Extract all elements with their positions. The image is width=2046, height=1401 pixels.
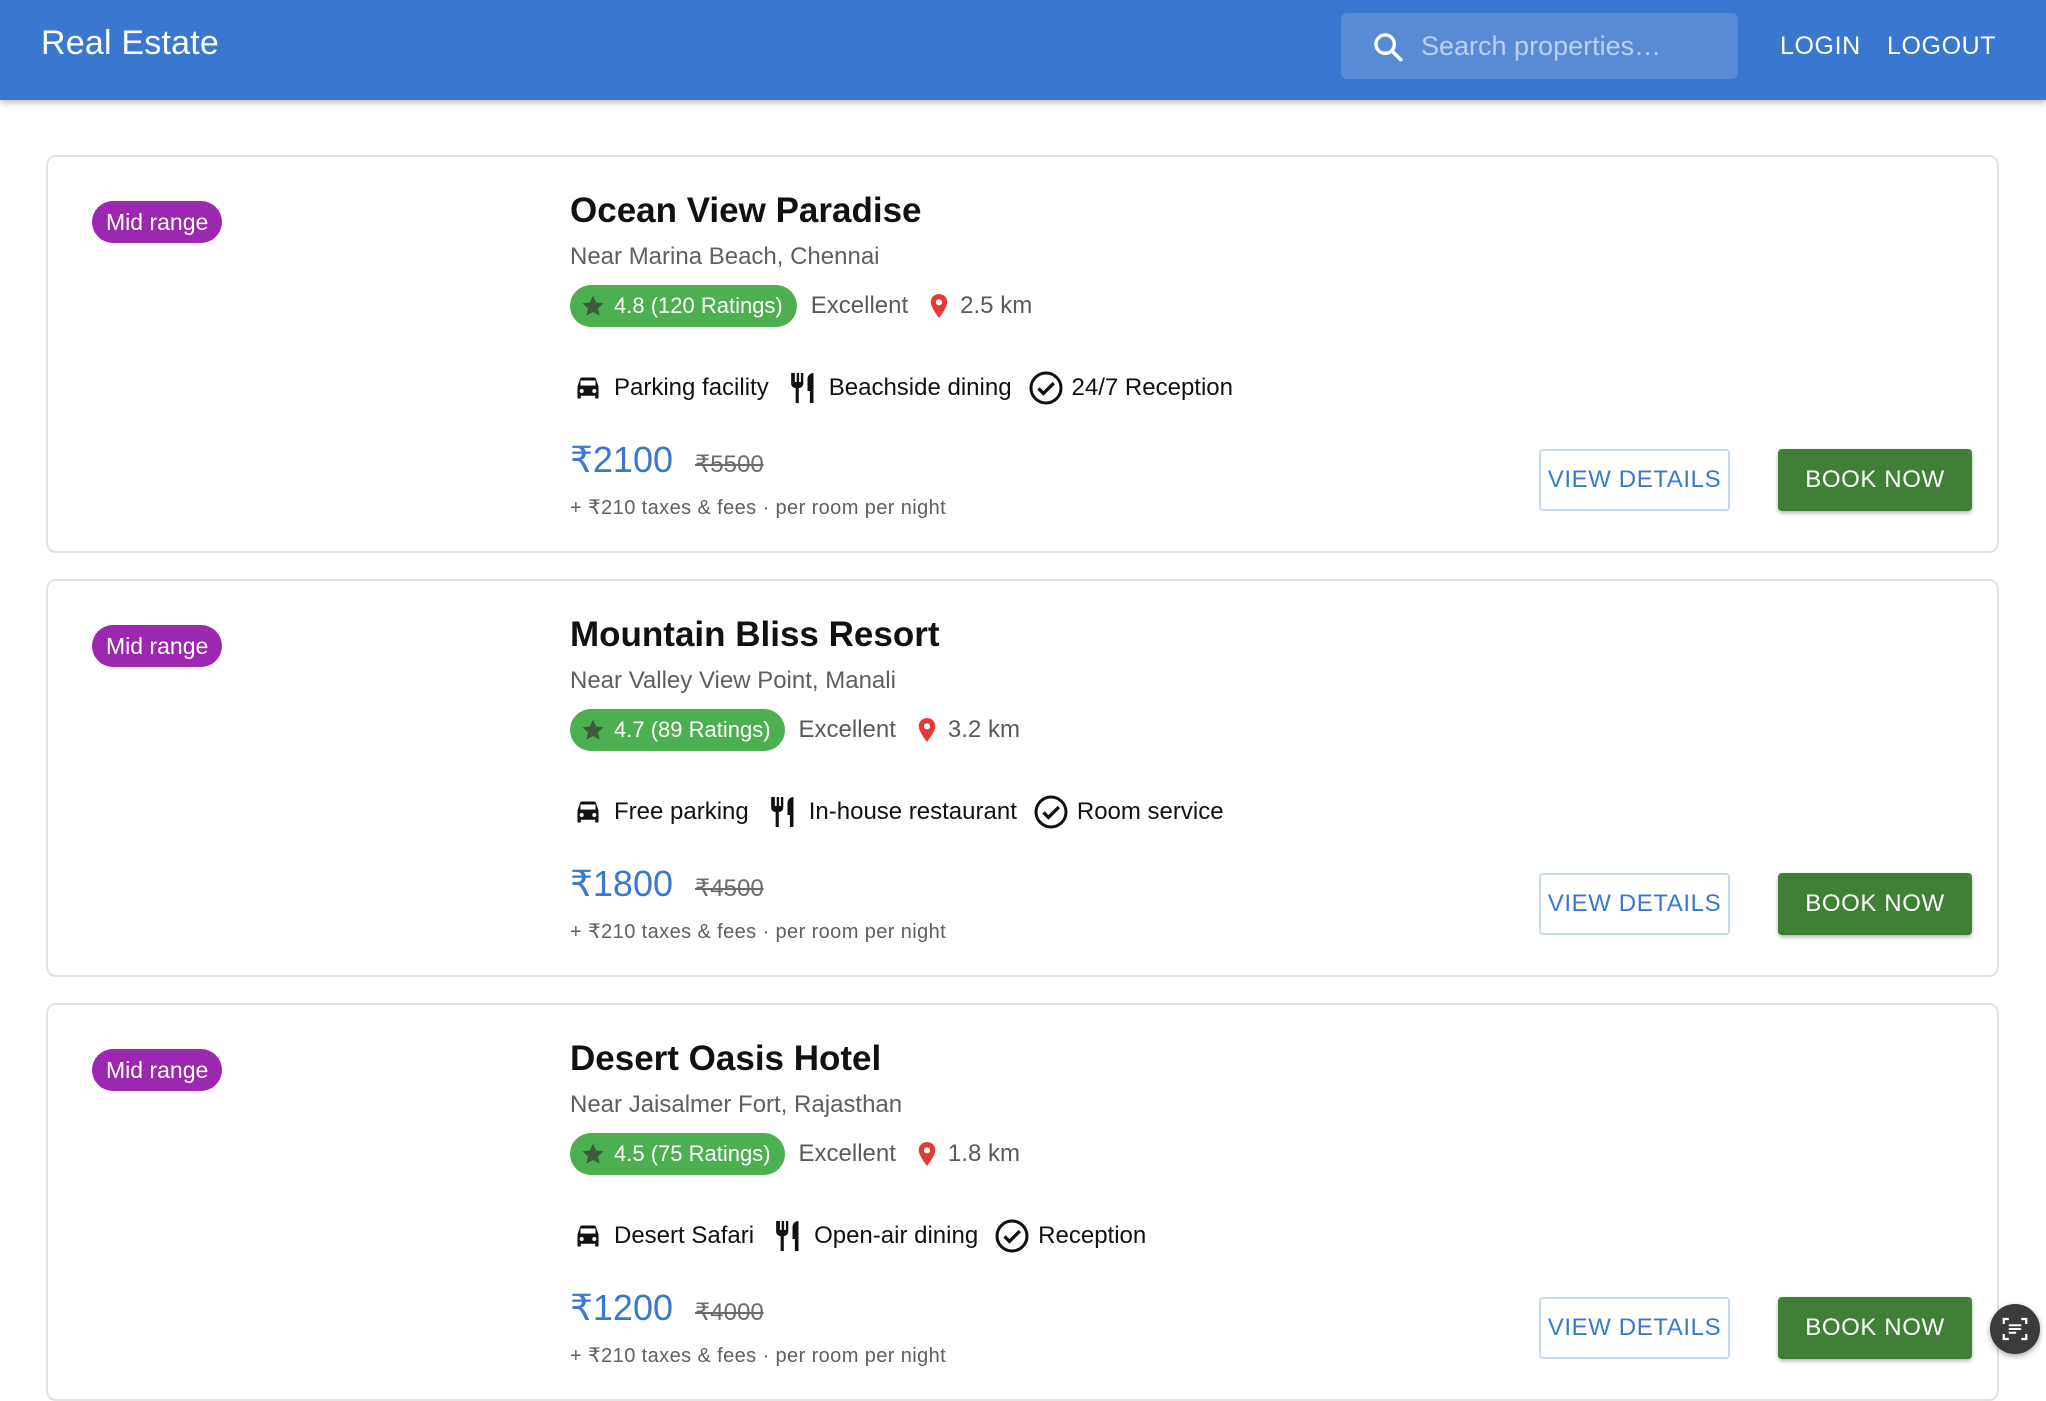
rating-text: 4.7 (89 Ratings) [614,717,771,742]
amenity: Open-air dining [770,1218,978,1254]
rating-badge: 4.8 (120 Ratings) [570,285,797,327]
current-price: ₹1800 [570,863,673,904]
listing-name: Mountain Bliss Resort [570,615,940,654]
rating-badge: 4.5 (75 Ratings) [570,1133,785,1175]
brand-title: Real Estate [41,24,219,62]
rating-row: 4.8 (120 Ratings) Excellent 2.5 km [570,285,1032,327]
search-input[interactable] [1421,13,1721,79]
location-pin-icon [918,1142,936,1166]
view-details-button[interactable]: VIEW DETAILS [1539,449,1730,511]
amenity-label: 24/7 Reception [1071,374,1233,401]
car-icon [577,377,599,399]
car-icon [577,801,599,823]
listing-name: Ocean View Paradise [570,191,922,230]
distance: 1.8 km [947,1140,1020,1167]
listing-card: Mid range Mountain Bliss Resort Near Val… [46,579,1999,977]
restaurant-icon [776,1221,799,1251]
view-details-button[interactable]: VIEW DETAILS [1539,1297,1730,1359]
amenity-label: Open-air dining [814,1222,979,1249]
original-price: ₹5500 [695,451,764,478]
listing-name: Desert Oasis Hotel [570,1039,882,1078]
restaurant-icon [790,373,814,403]
login-button[interactable]: LOGIN [1780,28,1861,64]
star-icon [582,1143,604,1164]
check-circle-icon [1034,795,1068,829]
amenity-label: Reception [1038,1222,1147,1249]
rating-badge: 4.7 (89 Ratings) [570,709,785,751]
book-now-button[interactable]: BOOK NOW [1778,1297,1972,1359]
fees-note: + ₹210 taxes & fees · per room per night [570,1345,947,1367]
price-range-tag: Mid range [92,625,223,667]
amenity: Reception [994,1218,1146,1254]
amenity: In-house restaurant [765,794,1017,830]
original-price: ₹4500 [695,875,764,902]
rating-text: 4.5 (75 Ratings) [614,1141,771,1166]
listing-address: Near Jaisalmer Fort, Rajasthan [570,1091,903,1118]
floating-action-button[interactable] [1990,1304,2040,1354]
listing-address: Near Valley View Point, Manali [570,667,896,694]
app-bar: Real Estate LOGIN LOGOUT [0,0,2046,100]
amenity-label: Room service [1076,798,1224,825]
location-pin-icon [918,718,936,742]
amenity: Room service [1033,794,1224,830]
amenities-row: Free parking In-house restaurant Room se… [570,791,1240,833]
rating-row: 4.5 (75 Ratings) Excellent 1.8 km [570,1133,1020,1175]
logout-button[interactable]: LOGOUT [1887,28,1996,64]
listing-card: Mid range Desert Oasis Hotel Near Jaisal… [46,1003,1999,1401]
original-price: ₹4000 [695,1299,764,1326]
price-row: ₹1200 ₹4000 [570,1287,764,1329]
amenities-row: Desert Safari Open-air dining Reception [570,1215,1162,1257]
price-range-tag: Mid range [92,1049,223,1091]
current-price: ₹1200 [570,1287,673,1328]
search-box[interactable] [1341,13,1738,79]
amenity-label: In-house restaurant [808,798,1017,825]
check-circle-icon [995,1219,1029,1253]
location-pin-icon [930,294,948,318]
amenity-label: Desert Safari [614,1222,755,1249]
current-price: ₹2100 [570,439,673,480]
rating-text: 4.8 (120 Ratings) [614,293,783,318]
restaurant-icon [770,797,794,827]
check-circle-icon [1029,371,1063,405]
amenity: Desert Safari [570,1218,754,1254]
amenities-row: Parking facility Beachside dining 24/7 R… [570,367,1249,409]
price-row: ₹1800 ₹4500 [570,863,764,905]
amenity: Free parking [570,794,749,830]
book-now-button[interactable]: BOOK NOW [1778,449,1972,511]
amenity-label: Free parking [614,798,749,825]
view-details-button[interactable]: VIEW DETAILS [1539,873,1730,935]
rating-quality: Excellent [810,292,909,319]
distance: 2.5 km [960,292,1033,319]
amenity: 24/7 Reception [1028,370,1233,406]
fees-note: + ₹210 taxes & fees · per room per night [570,497,947,519]
amenity: Beachside dining [785,370,1012,406]
book-now-button[interactable]: BOOK NOW [1778,873,1972,935]
rating-quality: Excellent [798,1140,896,1167]
star-icon [582,295,604,316]
listing-card: Mid range Ocean View Paradise Near Marin… [46,155,1999,553]
text-scan-icon [2002,1317,2028,1341]
car-icon [577,1225,599,1247]
rating-row: 4.7 (89 Ratings) Excellent 3.2 km [570,709,1020,751]
amenity-label: Parking facility [614,374,769,401]
price-range-tag: Mid range [92,201,223,243]
search-icon [1374,33,1403,62]
distance: 3.2 km [947,716,1020,743]
listing-address: Near Marina Beach, Chennai [570,243,880,270]
rating-quality: Excellent [798,716,896,743]
fees-note: + ₹210 taxes & fees · per room per night [570,921,947,943]
amenity-label: Beachside dining [828,374,1012,401]
amenity: Parking facility [570,370,769,406]
star-icon [582,719,604,740]
price-row: ₹2100 ₹5500 [570,439,764,481]
